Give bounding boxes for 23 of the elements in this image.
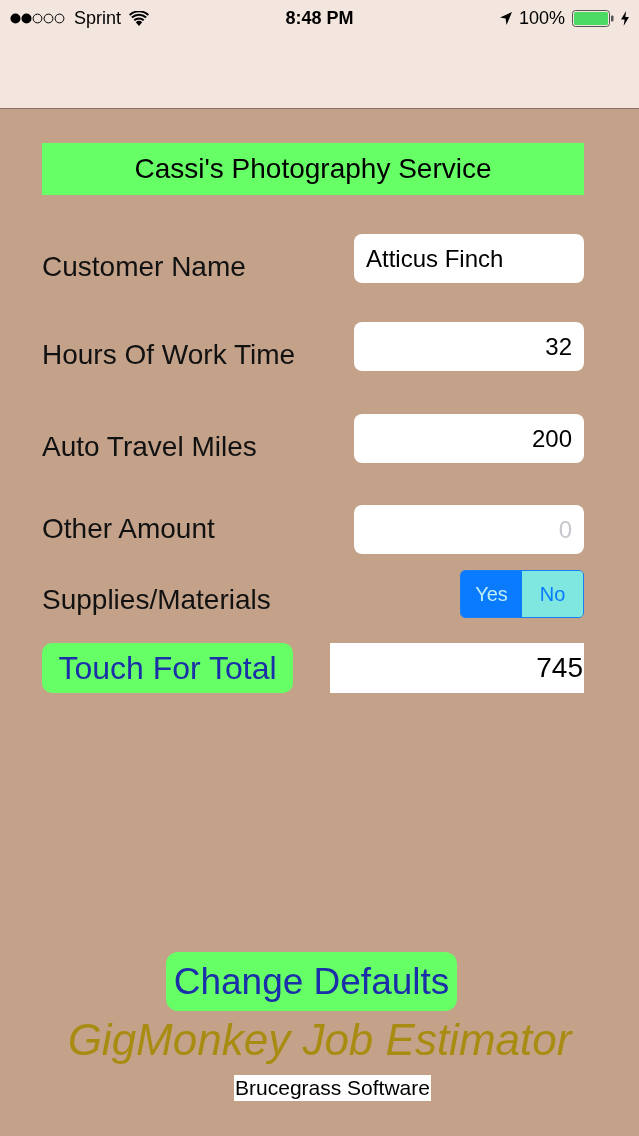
location-arrow-icon bbox=[499, 11, 512, 25]
field-label: Auto Travel Miles bbox=[42, 431, 257, 463]
app-title: GigMonkey Job Estimator bbox=[67, 1015, 572, 1065]
input-field[interactable]: 0 bbox=[354, 505, 584, 554]
field-label: Other Amount bbox=[42, 513, 215, 546]
battery-percentage: 100% bbox=[518, 9, 565, 27]
publisher-name: Brucegrass Software bbox=[234, 1075, 431, 1101]
field-label: Customer Name bbox=[42, 251, 246, 283]
input-field[interactable]: Atticus Finch bbox=[354, 234, 584, 283]
touch-for-total-button[interactable]: Touch For Total bbox=[42, 643, 293, 693]
business-title-banner: Cassi's Photography Service bbox=[42, 143, 584, 195]
total-field: 745 bbox=[330, 643, 584, 693]
field-label: Supplies/Materials bbox=[42, 584, 271, 617]
charging-bolt-icon bbox=[621, 10, 629, 26]
battery-icon bbox=[572, 9, 614, 27]
status-time: 8:48 PM bbox=[285, 9, 354, 27]
input-field[interactable]: 32 bbox=[354, 322, 584, 371]
signal-strength-icon bbox=[10, 12, 66, 24]
change-defaults-button[interactable]: Change Defaults bbox=[166, 952, 457, 1011]
carrier-name: Sprint bbox=[74, 9, 122, 27]
wifi-icon bbox=[129, 10, 150, 26]
field-label: Hours Of Work Time bbox=[42, 339, 296, 371]
input-field[interactable]: 200 bbox=[354, 414, 584, 463]
